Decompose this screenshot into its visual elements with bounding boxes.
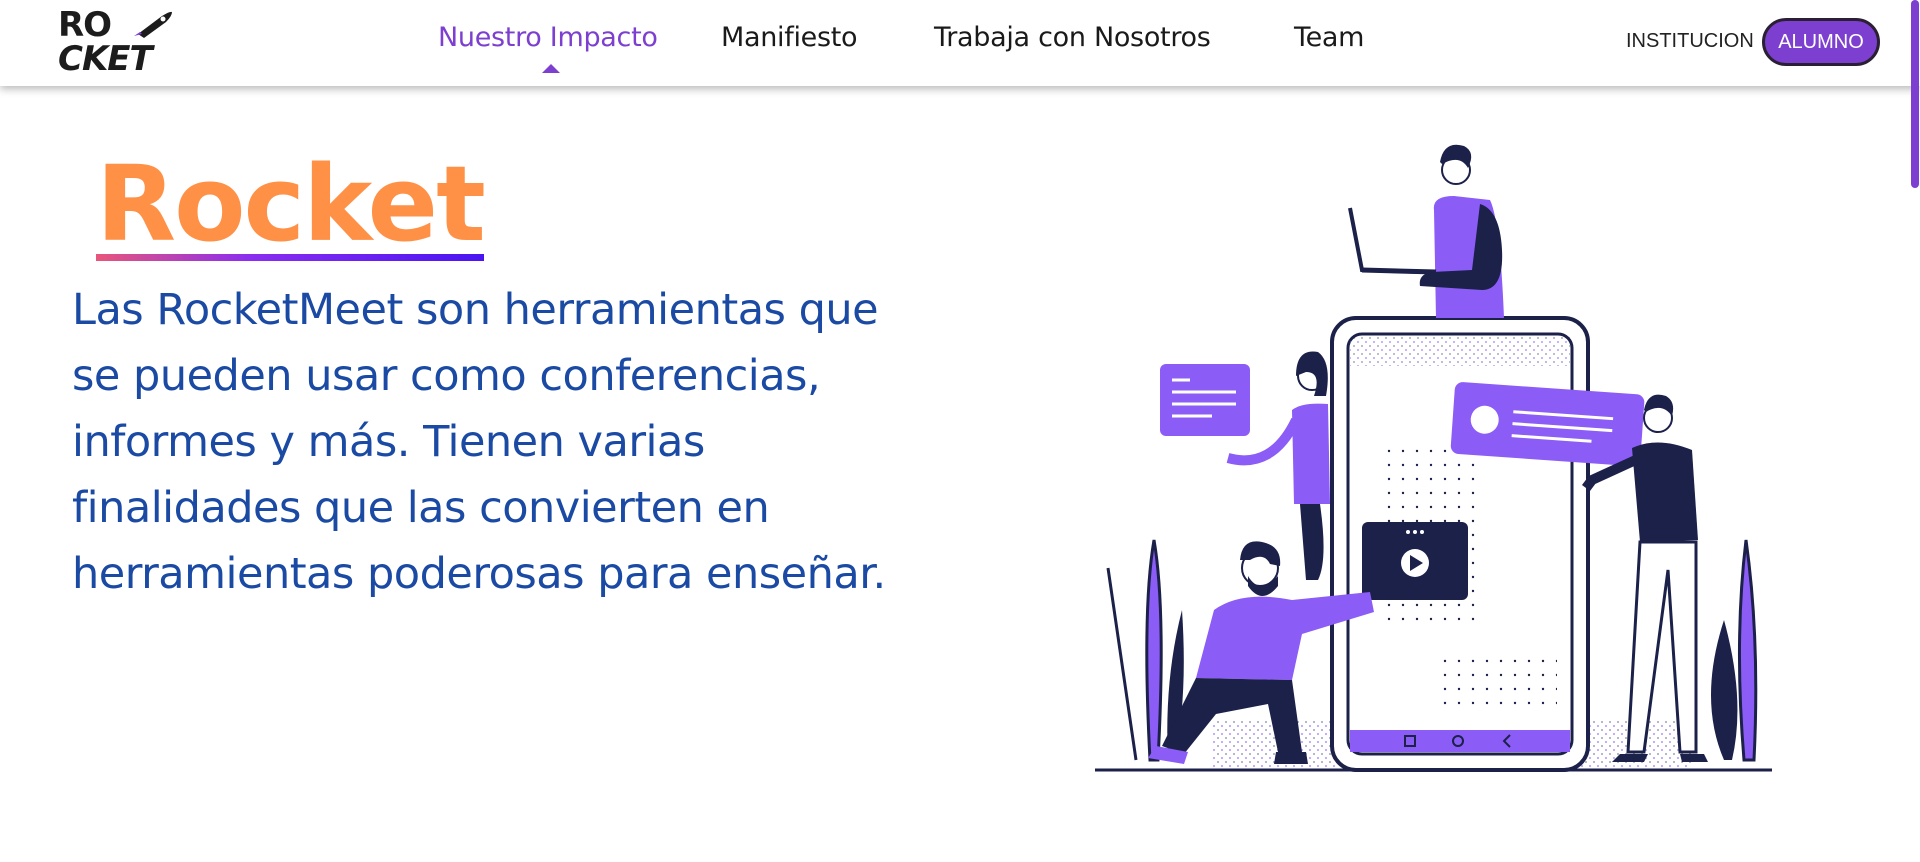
nav-trabaja-con-nosotros[interactable]: Trabaja con Nosotros <box>934 22 1211 53</box>
top-navbar: RO CKET Nuestro Impacto Manifiesto Traba… <box>0 0 1920 86</box>
logo-line-1: RO <box>58 5 112 45</box>
hero-title-underline <box>96 254 484 261</box>
nav-manifiesto[interactable]: Manifiesto <box>721 22 858 53</box>
alumno-button[interactable]: ALUMNO <box>1762 18 1880 66</box>
page-scrollbar-thumb[interactable] <box>1911 0 1919 188</box>
logo-line-2: CKET <box>58 39 153 79</box>
rocket-icon <box>134 11 172 38</box>
nav-nuestro-impacto[interactable]: Nuestro Impacto <box>438 22 658 53</box>
hero-description: Las RocketMeet son herramientas que se p… <box>72 285 886 599</box>
nav-team[interactable]: Team <box>1294 22 1364 53</box>
institucion-button[interactable]: INSTITUCION <box>1626 30 1754 53</box>
team-phone-illustration <box>1095 144 1772 772</box>
rocket-logo[interactable]: RO CKET <box>58 8 176 80</box>
hero-title: Rocket <box>96 143 486 265</box>
active-nav-caret-icon <box>542 64 560 73</box>
